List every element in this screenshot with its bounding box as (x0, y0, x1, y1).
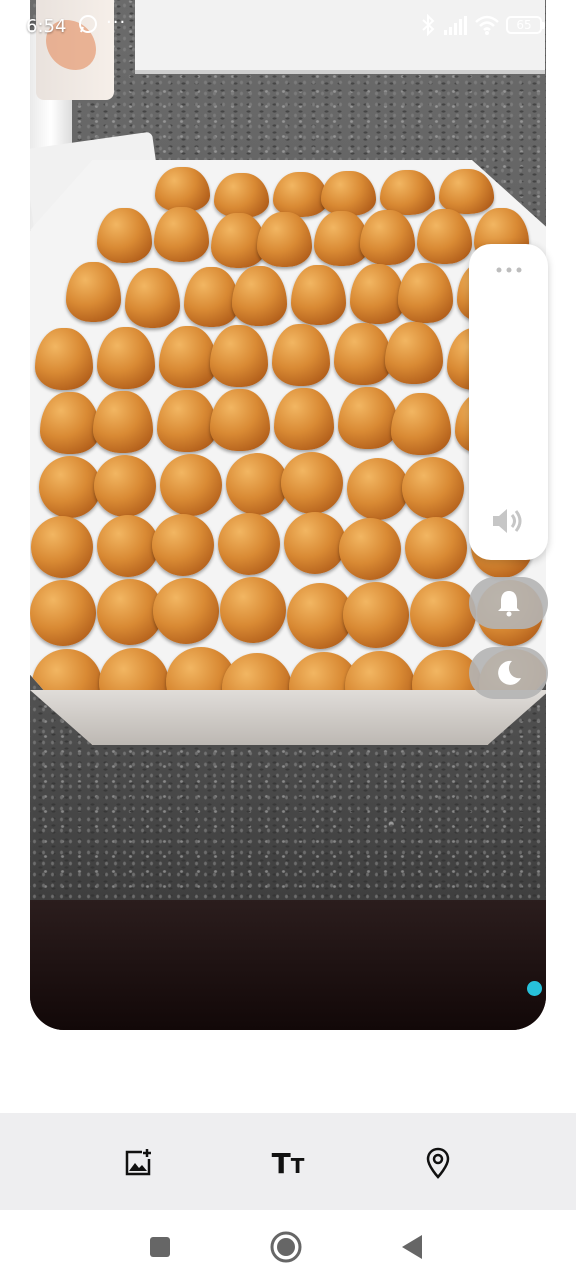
snack-drop (398, 263, 453, 323)
snack-ball (30, 580, 96, 646)
back-button[interactable] (395, 1230, 429, 1264)
snack-ball (218, 513, 280, 575)
wifi-icon (475, 15, 499, 35)
add-image-icon (125, 1149, 151, 1176)
back-icon (402, 1235, 422, 1259)
recent-apps-icon (150, 1237, 170, 1257)
snack-drop (385, 322, 443, 384)
battery-level: 65 (516, 18, 532, 32)
ringer-mode-button[interactable] (469, 577, 548, 629)
snack-drop (184, 267, 239, 327)
snack-drop (210, 389, 270, 451)
snack-ball (339, 518, 401, 580)
snack-drop (35, 328, 93, 390)
recent-apps-button[interactable] (143, 1230, 177, 1264)
snack-drop (350, 264, 405, 324)
snack-drop (66, 262, 121, 322)
snack-ball (152, 514, 214, 576)
snack-drop (159, 326, 217, 388)
status-time: 6:54 (26, 16, 67, 37)
moon-icon (497, 660, 521, 685)
snack-drop (273, 172, 328, 217)
snack-ball (405, 517, 467, 579)
snack-drop (439, 169, 494, 214)
status-bar: 6:54 ··· 65 (0, 0, 576, 54)
whatsapp-icon (79, 15, 97, 33)
editor-toolbar: TT (0, 1113, 576, 1210)
bell-icon (497, 591, 520, 617)
pizza-box-rim (30, 690, 546, 745)
battery-icon: 65 (506, 16, 545, 34)
more-notifications-indicator: ··· (106, 12, 127, 33)
snack-ball (39, 456, 101, 518)
snack-drop (360, 210, 415, 265)
snack-ball (160, 454, 222, 516)
signal-icon (444, 16, 467, 35)
snack-ball (220, 577, 286, 643)
snack-ball (94, 455, 156, 517)
snack-drop (391, 393, 451, 455)
snack-ball (281, 452, 343, 514)
snack-drop (210, 325, 268, 387)
navigation-bar (0, 1210, 576, 1280)
snack-drop (321, 171, 376, 216)
text-icon-small: T (290, 1154, 305, 1178)
snack-ball (343, 582, 409, 648)
snack-ball (226, 453, 288, 515)
snack-drop (155, 167, 210, 212)
snack-drop (97, 327, 155, 389)
snack-ball (153, 578, 219, 644)
indicator-dot (527, 981, 542, 996)
snack-drop (274, 388, 334, 450)
snack-drop (97, 208, 152, 263)
snack-drop (338, 387, 398, 449)
counter-edge (30, 900, 546, 1030)
snack-ball (347, 458, 409, 520)
snack-ball (97, 515, 159, 577)
snack-ball (284, 512, 346, 574)
snack-drop (334, 323, 392, 385)
location-button[interactable] (420, 1145, 456, 1181)
snack-drop (154, 207, 209, 262)
home-icon (270, 1231, 302, 1263)
snack-drop (380, 170, 435, 215)
snack-drop (232, 266, 287, 326)
snack-drop (157, 390, 217, 452)
snack-drop (417, 209, 472, 264)
text-icon: T (271, 1146, 291, 1180)
snack-drop (257, 212, 312, 267)
text-tool-button[interactable]: TT (270, 1145, 306, 1181)
snack-drop (214, 173, 269, 218)
do-not-disturb-button[interactable] (469, 647, 548, 699)
more-options-icon[interactable] (495, 266, 523, 274)
location-pin-icon (426, 1147, 450, 1179)
snack-drop (125, 268, 180, 328)
snack-drop (272, 324, 330, 386)
speaker-icon[interactable] (491, 506, 525, 536)
home-button[interactable] (269, 1230, 303, 1264)
snack-ball (31, 516, 93, 578)
snack-drop (40, 392, 100, 454)
bluetooth-icon (422, 14, 435, 36)
add-image-button[interactable] (120, 1145, 156, 1181)
snack-drop (93, 391, 153, 453)
snack-ball (402, 457, 464, 519)
volume-panel[interactable] (469, 244, 548, 560)
snack-drop (291, 265, 346, 325)
snack-ball (410, 581, 476, 647)
